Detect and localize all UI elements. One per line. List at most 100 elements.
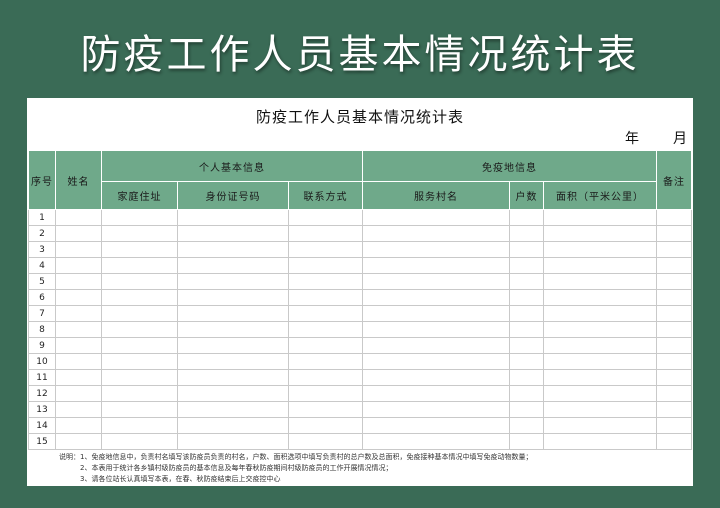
village-cell[interactable]	[362, 417, 511, 434]
id-number-cell[interactable]	[177, 433, 289, 450]
id-number-cell[interactable]	[177, 385, 289, 402]
households-cell[interactable]	[509, 417, 545, 434]
remarks-cell[interactable]	[656, 241, 693, 258]
home-address-cell[interactable]	[101, 337, 178, 354]
area-cell[interactable]	[543, 433, 658, 450]
area-cell[interactable]	[543, 321, 658, 338]
area-cell[interactable]	[543, 289, 658, 306]
area-cell[interactable]	[543, 241, 658, 258]
name-cell[interactable]	[55, 305, 102, 322]
name-cell[interactable]	[55, 433, 102, 450]
households-cell[interactable]	[509, 321, 545, 338]
contact-cell[interactable]	[287, 289, 364, 306]
village-cell[interactable]	[362, 241, 511, 258]
contact-cell[interactable]	[287, 433, 364, 450]
name-cell[interactable]	[55, 353, 102, 370]
id-number-cell[interactable]	[177, 369, 289, 386]
contact-cell[interactable]	[287, 353, 364, 370]
households-cell[interactable]	[509, 353, 545, 370]
id-number-cell[interactable]	[177, 289, 289, 306]
id-number-cell[interactable]	[177, 209, 289, 226]
name-cell[interactable]	[55, 257, 102, 274]
remarks-cell[interactable]	[656, 369, 693, 386]
village-cell[interactable]	[362, 289, 511, 306]
contact-cell[interactable]	[287, 273, 364, 290]
name-cell[interactable]	[55, 289, 102, 306]
village-cell[interactable]	[362, 353, 511, 370]
home-address-cell[interactable]	[101, 241, 178, 258]
area-cell[interactable]	[543, 225, 658, 242]
name-cell[interactable]	[55, 321, 102, 338]
village-cell[interactable]	[362, 273, 511, 290]
area-cell[interactable]	[543, 369, 658, 386]
contact-cell[interactable]	[287, 369, 364, 386]
remarks-cell[interactable]	[656, 273, 693, 290]
home-address-cell[interactable]	[101, 225, 178, 242]
area-cell[interactable]	[543, 305, 658, 322]
households-cell[interactable]	[509, 241, 545, 258]
remarks-cell[interactable]	[656, 337, 693, 354]
remarks-cell[interactable]	[656, 209, 693, 226]
households-cell[interactable]	[509, 369, 545, 386]
remarks-cell[interactable]	[656, 321, 693, 338]
name-cell[interactable]	[55, 337, 102, 354]
contact-cell[interactable]	[287, 241, 364, 258]
remarks-cell[interactable]	[656, 257, 693, 274]
village-cell[interactable]	[362, 433, 511, 450]
village-cell[interactable]	[362, 385, 511, 402]
home-address-cell[interactable]	[101, 305, 178, 322]
name-cell[interactable]	[55, 273, 102, 290]
name-cell[interactable]	[55, 241, 102, 258]
name-cell[interactable]	[55, 385, 102, 402]
area-cell[interactable]	[543, 353, 658, 370]
remarks-cell[interactable]	[656, 385, 693, 402]
area-cell[interactable]	[543, 337, 658, 354]
remarks-cell[interactable]	[656, 417, 693, 434]
id-number-cell[interactable]	[177, 353, 289, 370]
name-cell[interactable]	[55, 401, 102, 418]
village-cell[interactable]	[362, 337, 511, 354]
households-cell[interactable]	[509, 257, 545, 274]
name-cell[interactable]	[55, 209, 102, 226]
remarks-cell[interactable]	[656, 289, 693, 306]
households-cell[interactable]	[509, 433, 545, 450]
name-cell[interactable]	[55, 225, 102, 242]
home-address-cell[interactable]	[101, 433, 178, 450]
id-number-cell[interactable]	[177, 321, 289, 338]
name-cell[interactable]	[55, 369, 102, 386]
households-cell[interactable]	[509, 273, 545, 290]
home-address-cell[interactable]	[101, 385, 178, 402]
households-cell[interactable]	[509, 305, 545, 322]
contact-cell[interactable]	[287, 209, 364, 226]
contact-cell[interactable]	[287, 257, 364, 274]
area-cell[interactable]	[543, 273, 658, 290]
home-address-cell[interactable]	[101, 353, 178, 370]
home-address-cell[interactable]	[101, 401, 178, 418]
area-cell[interactable]	[543, 257, 658, 274]
contact-cell[interactable]	[287, 321, 364, 338]
households-cell[interactable]	[509, 385, 545, 402]
contact-cell[interactable]	[287, 417, 364, 434]
id-number-cell[interactable]	[177, 241, 289, 258]
id-number-cell[interactable]	[177, 417, 289, 434]
village-cell[interactable]	[362, 257, 511, 274]
home-address-cell[interactable]	[101, 257, 178, 274]
households-cell[interactable]	[509, 209, 545, 226]
area-cell[interactable]	[543, 401, 658, 418]
contact-cell[interactable]	[287, 225, 364, 242]
households-cell[interactable]	[509, 289, 545, 306]
contact-cell[interactable]	[287, 401, 364, 418]
village-cell[interactable]	[362, 225, 511, 242]
home-address-cell[interactable]	[101, 417, 178, 434]
remarks-cell[interactable]	[656, 353, 693, 370]
id-number-cell[interactable]	[177, 337, 289, 354]
village-cell[interactable]	[362, 321, 511, 338]
remarks-cell[interactable]	[656, 305, 693, 322]
id-number-cell[interactable]	[177, 401, 289, 418]
remarks-cell[interactable]	[656, 433, 693, 450]
home-address-cell[interactable]	[101, 369, 178, 386]
id-number-cell[interactable]	[177, 225, 289, 242]
id-number-cell[interactable]	[177, 273, 289, 290]
id-number-cell[interactable]	[177, 305, 289, 322]
households-cell[interactable]	[509, 401, 545, 418]
